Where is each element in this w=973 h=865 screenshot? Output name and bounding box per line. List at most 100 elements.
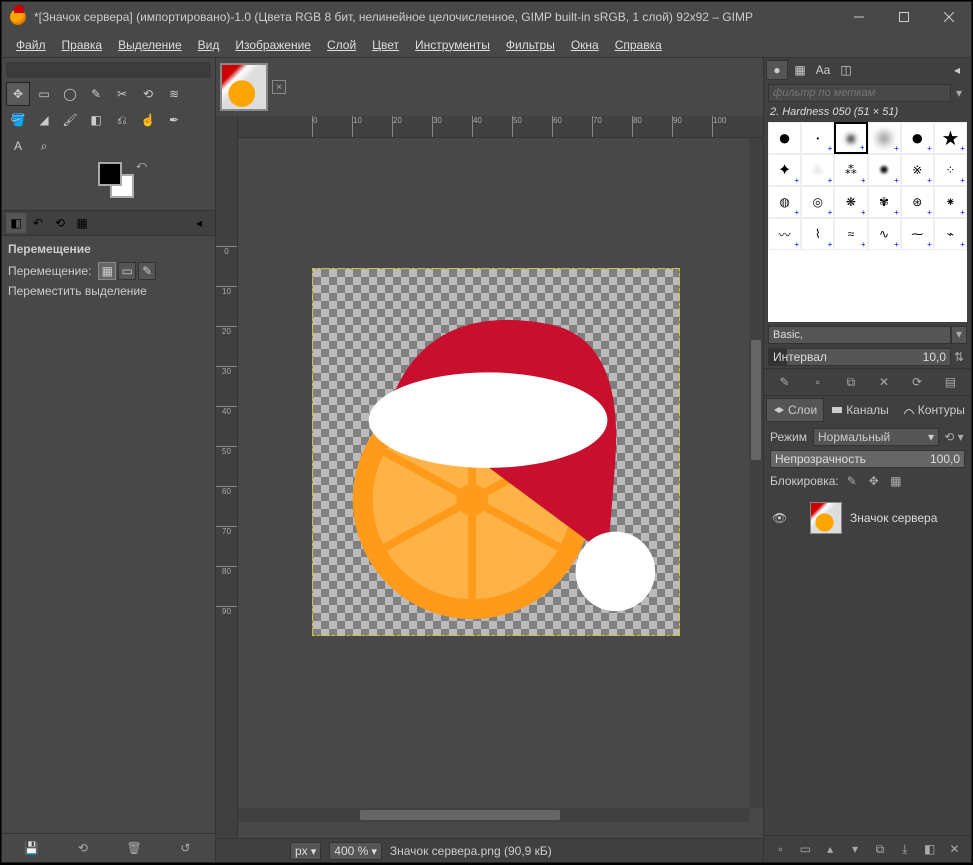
layer-thumbnail[interactable] (810, 502, 842, 534)
gradient-tool[interactable]: ◢ (32, 108, 56, 132)
reset-preset-icon[interactable]: ↺ (175, 838, 195, 858)
maximize-button[interactable] (881, 2, 926, 32)
menu-tools[interactable]: Инструменты (407, 34, 498, 56)
transform-tool[interactable]: ⟲ (136, 82, 160, 106)
brush-item[interactable]: ⌇+ (801, 218, 834, 250)
menu-select[interactable]: Выделение (110, 34, 190, 56)
blend-mode-dropdown[interactable]: Нормальный▾ (813, 428, 939, 446)
paintbrush-tool[interactable]: 🖌 (58, 108, 82, 132)
brush-item[interactable]: •+ (801, 122, 834, 154)
images-tab[interactable]: ▦ (72, 213, 92, 233)
scrollbar-horizontal[interactable] (238, 808, 749, 822)
scrollbar-vertical[interactable] (749, 138, 763, 808)
delete-preset-icon[interactable]: 🗑 (124, 838, 144, 858)
brush-preset-dropdown[interactable]: Basic, (768, 326, 951, 344)
brush-item[interactable]: ≈+ (834, 218, 867, 250)
clone-tool[interactable]: ⎌ (110, 108, 134, 132)
rect-select-tool[interactable]: ▭ (32, 82, 56, 106)
lock-position-icon[interactable]: ✥ (865, 472, 883, 490)
brush-item[interactable]: ∿+ (868, 218, 901, 250)
move-path-button[interactable]: ✎ (138, 262, 156, 280)
refresh-brushes-icon[interactable]: ⟳ (908, 373, 926, 391)
blend-mode-reset-icon[interactable]: ⟲ ▾ (943, 430, 965, 444)
image-tab-thumb[interactable] (220, 63, 268, 111)
free-select-tool[interactable]: ◯ (58, 82, 82, 106)
menu-file[interactable]: Файл (8, 34, 54, 56)
brush-item[interactable]: ✺+ (868, 154, 901, 186)
ruler-vertical[interactable]: 0 10 20 30 40 50 60 70 80 90 (216, 116, 238, 838)
history-tab[interactable]: ◫ (835, 60, 857, 80)
fuzzy-select-tool[interactable]: ✎ (84, 82, 108, 106)
dock-menu-icon[interactable]: ◂ (189, 213, 209, 233)
menu-edit[interactable]: Правка (54, 34, 111, 56)
brush-item[interactable]: ⁂+ (834, 154, 867, 186)
tool-options-tab[interactable]: ◧ (6, 213, 26, 233)
lower-layer-icon[interactable]: ▾ (846, 840, 864, 858)
duplicate-brush-icon[interactable]: ⧉ (842, 373, 860, 391)
undo-history-tab[interactable]: ⟲ (50, 213, 70, 233)
open-as-image-icon[interactable]: ▤ (941, 373, 959, 391)
close-button[interactable] (926, 2, 971, 32)
brushes-tab[interactable]: ● (766, 60, 788, 80)
lock-pixels-icon[interactable]: ✎ (843, 472, 861, 490)
color-picker-tool[interactable]: ⌕ (32, 134, 56, 158)
brush-filter-input[interactable] (768, 84, 951, 102)
warp-tool[interactable]: ≋ (162, 82, 186, 106)
fonts-tab[interactable]: Aa (812, 60, 834, 80)
brush-preset-dropdown-icon[interactable]: ▾ (951, 326, 967, 344)
move-selection-button[interactable]: ▭ (118, 262, 136, 280)
paths-tab[interactable]: Контуры (896, 398, 972, 422)
brush-item[interactable]: ◎+ (801, 186, 834, 218)
menu-filters[interactable]: Фильтры (498, 34, 563, 56)
brush-filter-dropdown-icon[interactable]: ▾ (951, 86, 967, 100)
brush-item[interactable]: ⁕+ (934, 186, 967, 218)
move-layer-button[interactable]: ▦ (98, 262, 116, 280)
canvas-viewport[interactable] (238, 138, 763, 808)
crop-tool[interactable]: ✂ (110, 82, 134, 106)
brush-dock-menu-icon[interactable]: ◂ (946, 60, 968, 80)
brush-spacing-slider[interactable]: Интервал 10,0 (768, 348, 951, 366)
brush-item[interactable]: ◍+ (768, 186, 801, 218)
menu-view[interactable]: Вид (190, 34, 228, 56)
patterns-tab[interactable]: ▦ (789, 60, 811, 80)
layer-item[interactable]: 👁 Значок сервера (768, 498, 967, 538)
edit-brush-icon[interactable]: ✎ (776, 373, 794, 391)
ruler-horizontal[interactable]: 0 10 20 30 40 50 60 70 80 90 100 (238, 116, 763, 138)
brush-item[interactable]: ●+ (834, 122, 867, 154)
brush-item[interactable]: ⁘+ (934, 154, 967, 186)
brush-item[interactable]: ⊛+ (901, 186, 934, 218)
delete-layer-icon[interactable]: ✕ (946, 840, 964, 858)
menu-layer[interactable]: Слой (319, 34, 364, 56)
canvas[interactable] (312, 268, 680, 636)
brush-item[interactable]: ✾+ (868, 186, 901, 218)
menu-image[interactable]: Изображение (227, 34, 319, 56)
merge-down-icon[interactable]: ⤓ (896, 840, 914, 858)
channels-tab[interactable]: Каналы (824, 398, 896, 422)
brush-item[interactable]: ※+ (901, 154, 934, 186)
duplicate-layer-icon[interactable]: ⧉ (871, 840, 889, 858)
move-tool[interactable]: ✥ (6, 82, 30, 106)
bucket-fill-tool[interactable]: 🪣 (6, 108, 30, 132)
menu-help[interactable]: Справка (607, 34, 670, 56)
path-tool[interactable]: ✒ (162, 108, 186, 132)
brush-item[interactable]: 〰+ (768, 218, 801, 250)
brush-item[interactable]: ●+ (868, 122, 901, 154)
menu-windows[interactable]: Окна (563, 34, 607, 56)
foreground-color[interactable] (98, 162, 122, 186)
swap-colors-icon[interactable]: ⤺ (136, 160, 147, 171)
layer-name[interactable]: Значок сервера (850, 511, 937, 525)
brush-item[interactable]: ⁓+ (901, 218, 934, 250)
brush-item[interactable]: ●+ (901, 122, 934, 154)
opacity-slider[interactable]: Непрозрачность 100,0 (770, 450, 965, 468)
new-group-icon[interactable]: ▭ (796, 840, 814, 858)
new-layer-icon[interactable]: ▫ (771, 840, 789, 858)
image-tab-close-icon[interactable]: × (272, 80, 286, 94)
brush-item[interactable]: ● (768, 122, 801, 154)
new-brush-icon[interactable]: ▫ (809, 373, 827, 391)
save-preset-icon[interactable]: 💾 (22, 838, 42, 858)
eraser-tool[interactable]: ◧ (84, 108, 108, 132)
brush-item[interactable]: ❋+ (834, 186, 867, 218)
layers-tab[interactable]: Слои (766, 398, 824, 422)
text-tool[interactable]: A (6, 134, 30, 158)
brush-item[interactable]: ★+ (934, 122, 967, 154)
